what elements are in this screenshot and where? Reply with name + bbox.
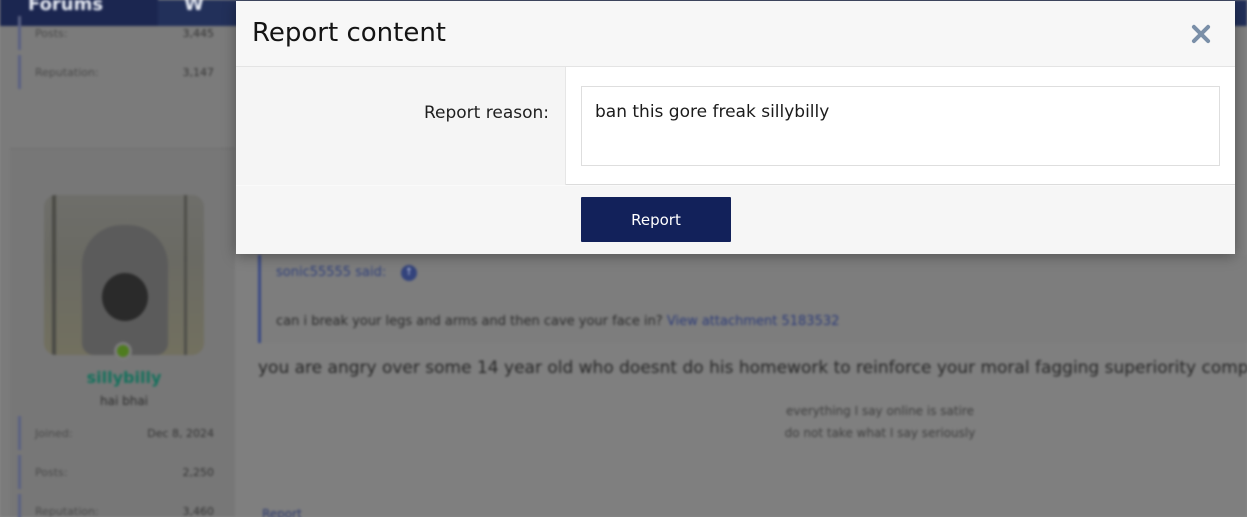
stat-value: 3,147 — [182, 65, 215, 79]
report-dialog: Report content Report reason: ban this g… — [236, 1, 1235, 254]
stat-joined: Joined: Dec 8, 2024 — [18, 416, 220, 450]
quote-text: can i break your legs and arms and then … — [276, 314, 839, 329]
stat-key: Reputation: — [35, 504, 99, 517]
stat-key: Reputation: — [35, 65, 99, 79]
label-column: Report reason: — [236, 67, 566, 185]
attachment-link[interactable]: View attachment 5183532 — [667, 314, 840, 329]
stat-value: 3,460 — [182, 504, 215, 517]
stat-value: 2,250 — [182, 465, 215, 479]
stat-value: Dec 8, 2024 — [147, 426, 214, 440]
quote-author[interactable]: sonic55555 said: — [276, 265, 386, 280]
stat-posts: Posts: 2,250 — [18, 455, 220, 489]
post-body: you are angry over some 14 year old who … — [258, 358, 1247, 378]
report-link[interactable]: Report — [262, 507, 302, 517]
user-title: hai bhai — [99, 394, 149, 408]
dialog-title: Report content — [252, 18, 446, 48]
report-submit-button[interactable]: Report — [581, 197, 731, 242]
signature-line: everything I say online is satire — [786, 404, 974, 418]
report-reason-input[interactable]: ban this gore freak sillybilly — [581, 86, 1220, 166]
prev-stat-reputation: Reputation: 3,147 — [18, 55, 220, 89]
stat-key: Joined: — [35, 426, 73, 440]
dialog-body: Report reason: ban this gore freak silly… — [236, 67, 1235, 185]
username[interactable]: sillybilly — [44, 368, 204, 387]
report-reason-label: Report reason: — [423, 103, 549, 123]
stat-key: Posts: — [35, 26, 68, 40]
signature-line: do not take what I say seriously — [784, 426, 976, 440]
dialog-header: Report content — [236, 1, 1235, 67]
prev-stat-posts: Posts: 3,445 — [18, 16, 220, 50]
close-icon[interactable] — [1186, 19, 1216, 49]
dialog-footer: Report — [236, 186, 1235, 254]
stat-reputation: Reputation: 3,460 — [18, 494, 220, 517]
stat-key: Posts: — [35, 465, 68, 479]
stat-value: 3,445 — [182, 26, 215, 40]
quote-body: can i break your legs and arms and then … — [276, 314, 663, 329]
online-status-icon — [114, 342, 132, 360]
jump-to-quote-icon[interactable]: ↑ — [401, 265, 417, 281]
avatar[interactable] — [44, 195, 204, 355]
